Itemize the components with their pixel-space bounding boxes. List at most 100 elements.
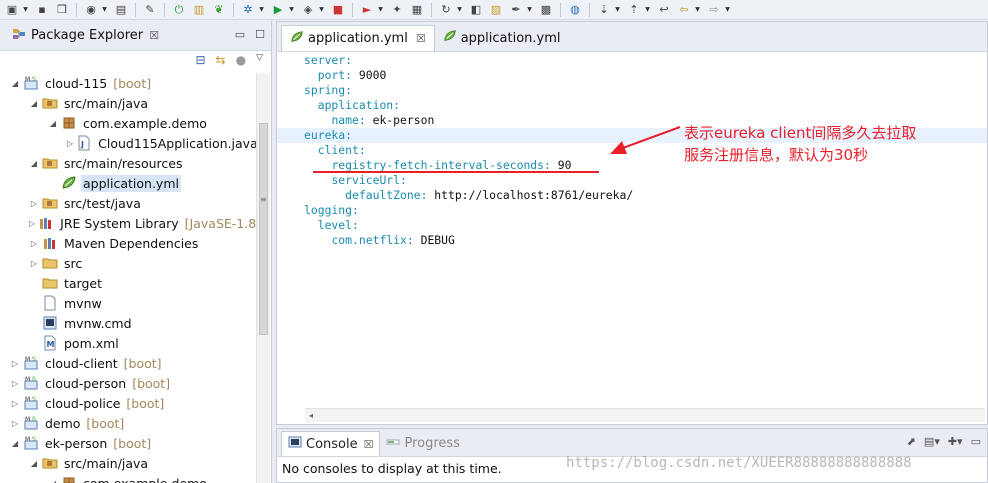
tree-item[interactable]: mvnw xyxy=(0,293,256,313)
tree-scrollbar[interactable]: ≡ xyxy=(256,73,270,483)
dropdown-arrow-icon[interactable]: ▼ xyxy=(724,2,731,18)
dropdown-arrow-icon[interactable]: ▼ xyxy=(526,2,533,18)
tab-package-explorer[interactable]: Package Explorer ☒ xyxy=(6,23,165,49)
dropdown-arrow-icon[interactable]: ▼ xyxy=(22,2,29,18)
tab-progress[interactable]: Progress xyxy=(380,431,465,456)
tree-item[interactable]: target xyxy=(0,273,256,293)
prev-annotation-icon[interactable]: ⇡ xyxy=(626,2,642,18)
close-icon[interactable]: ☒ xyxy=(364,438,374,451)
pin-icon[interactable]: ✎ xyxy=(142,2,158,18)
debug-icon[interactable]: ✲ xyxy=(240,2,256,18)
tree-item[interactable]: ▷ J Cloud115Application.java xyxy=(0,133,256,153)
collapsed-arrow-icon[interactable]: ▷ xyxy=(29,199,39,208)
collapse-all-icon[interactable]: ⊟ xyxy=(195,53,205,67)
tree-item[interactable]: ◢ M Sek-person [boot] xyxy=(0,433,256,453)
forward-icon[interactable]: ⇨ xyxy=(706,2,722,18)
tree-item[interactable]: ▷ Maven Dependencies xyxy=(0,233,256,253)
globe-icon[interactable]: ◍ xyxy=(567,2,583,18)
open-type-icon[interactable]: ◧ xyxy=(468,2,484,18)
tree-item[interactable]: ▷ M Sdemo [boot] xyxy=(0,413,256,433)
dropdown-arrow-icon[interactable]: ▼ xyxy=(456,2,463,18)
new-icon[interactable]: ▣ xyxy=(4,2,20,18)
collapsed-arrow-icon[interactable]: ▷ xyxy=(29,259,39,268)
tree-item[interactable]: ◢ src/main/java xyxy=(0,93,256,113)
stop-icon[interactable]: ■ xyxy=(330,2,346,18)
open-console-icon[interactable]: ✚▾ xyxy=(948,435,963,448)
back-icon[interactable]: ⇦ xyxy=(676,2,692,18)
expanded-arrow-icon[interactable]: ◢ xyxy=(10,79,20,88)
user-icon[interactable]: ◉ xyxy=(83,2,99,18)
tree-item[interactable]: ◢ src/main/java xyxy=(0,453,256,473)
tree-item[interactable]: ▷ M Scloud-client [boot] xyxy=(0,353,256,373)
expanded-arrow-icon[interactable]: ◢ xyxy=(29,459,39,468)
editor-tab-label: application.yml xyxy=(460,30,561,46)
expanded-arrow-icon[interactable]: ◢ xyxy=(29,159,39,168)
tree-item[interactable]: ◢ M Scloud-115 [boot] xyxy=(0,73,256,93)
dropdown-arrow-icon[interactable]: ▼ xyxy=(614,2,621,18)
collapsed-arrow-icon[interactable]: ▷ xyxy=(10,359,20,368)
tree-item[interactable]: ▷ M Scloud-police [boot] xyxy=(0,393,256,413)
maximize-icon[interactable]: ☐ xyxy=(255,28,265,41)
close-icon[interactable]: ☒ xyxy=(149,29,159,42)
next-annotation-icon[interactable]: ⇣ xyxy=(596,2,612,18)
folder-icon[interactable]: ▥ xyxy=(191,2,207,18)
tree-item[interactable]: ▷ src/test/java xyxy=(0,193,256,213)
tree-item[interactable]: application.yml xyxy=(0,173,256,193)
pin-console-icon[interactable]: ⬈ xyxy=(907,435,916,448)
save-icon[interactable]: ▪ xyxy=(34,2,50,18)
code-editor[interactable]: server: port: 9000 spring: application: n… xyxy=(277,53,987,407)
tree-item[interactable]: Mpom.xml xyxy=(0,333,256,353)
power-icon[interactable]: ⏻ xyxy=(171,2,187,18)
minimize-icon[interactable]: ▭ xyxy=(971,435,981,448)
dropdown-arrow-icon[interactable]: ▼ xyxy=(694,2,701,18)
tree-item[interactable]: ◢ com.example.demo xyxy=(0,473,256,483)
refresh-icon[interactable]: ↻ xyxy=(438,2,454,18)
view-menu-icon[interactable]: ▽ xyxy=(256,53,263,67)
collapsed-arrow-icon[interactable]: ▷ xyxy=(29,219,35,228)
collapsed-arrow-icon[interactable]: ▷ xyxy=(10,399,20,408)
tab-application-yml[interactable]: application.yml xyxy=(435,25,569,51)
dropdown-arrow-icon[interactable]: ▼ xyxy=(258,2,265,18)
minimize-icon[interactable]: ▭ xyxy=(235,28,245,41)
collapsed-arrow-icon[interactable]: ▷ xyxy=(10,379,20,388)
dropdown-arrow-icon[interactable]: ▼ xyxy=(288,2,295,18)
coverage-icon[interactable]: ◈ xyxy=(300,2,316,18)
tree-item[interactable]: ▷ M Scloud-person [boot] xyxy=(0,373,256,393)
collapsed-arrow-icon[interactable]: ▷ xyxy=(10,419,20,428)
scrollbar-thumb[interactable] xyxy=(259,123,268,335)
tab-console[interactable]: Console ☒ xyxy=(281,431,381,456)
collapsed-arrow-icon[interactable]: ▷ xyxy=(29,239,39,248)
tree-item[interactable]: mvnw.cmd xyxy=(0,313,256,333)
tree-item[interactable]: ◢ src/main/resources xyxy=(0,153,256,173)
briefcase-icon[interactable]: ▩ xyxy=(538,2,554,18)
close-icon[interactable]: ☒ xyxy=(416,32,426,45)
package-icon[interactable]: ▦ xyxy=(409,2,425,18)
tree-item[interactable]: ▷ JRE System Library [JavaSE-1.8] xyxy=(0,213,256,233)
dropdown-arrow-icon[interactable]: ▼ xyxy=(318,2,325,18)
scroll-left-icon[interactable]: ◂ xyxy=(309,411,313,420)
spring-icon[interactable]: ❦ xyxy=(211,2,227,18)
dropdown-arrow-icon[interactable]: ▼ xyxy=(101,2,108,18)
launch-icon[interactable]: ► xyxy=(359,2,375,18)
link-with-editor-icon[interactable]: ⇆ xyxy=(216,53,226,67)
wrench-icon[interactable]: ✒ xyxy=(508,2,524,18)
new-class-icon[interactable]: ✦ xyxy=(389,2,405,18)
editor-hscrollbar[interactable]: ◂ xyxy=(305,408,985,422)
dropdown-arrow-icon[interactable]: ▼ xyxy=(644,2,651,18)
terminal-icon[interactable]: ▤ xyxy=(113,2,129,18)
run-icon[interactable]: ▶ xyxy=(270,2,286,18)
tab-application-yml-active[interactable]: application.yml ☒ xyxy=(281,25,435,51)
focus-task-icon[interactable]: ● xyxy=(236,53,246,67)
expanded-arrow-icon[interactable]: ◢ xyxy=(29,99,39,108)
save-all-icon[interactable]: ❐ xyxy=(54,2,70,18)
dropdown-arrow-icon[interactable]: ▼ xyxy=(377,2,384,18)
expanded-arrow-icon[interactable]: ◢ xyxy=(10,439,20,448)
tree-item[interactable]: ◢ com.example.demo xyxy=(0,113,256,133)
expanded-arrow-icon[interactable]: ◢ xyxy=(48,119,58,128)
display-console-icon[interactable]: ▤▾ xyxy=(924,435,940,448)
collapsed-arrow-icon[interactable]: ▷ xyxy=(67,139,73,148)
last-edit-icon[interactable]: ↩ xyxy=(656,2,672,18)
expanded-arrow-icon[interactable]: ◢ xyxy=(48,479,58,483)
folder-open-icon[interactable]: ▨ xyxy=(488,2,504,18)
tree-item[interactable]: ▷ src xyxy=(0,253,256,273)
